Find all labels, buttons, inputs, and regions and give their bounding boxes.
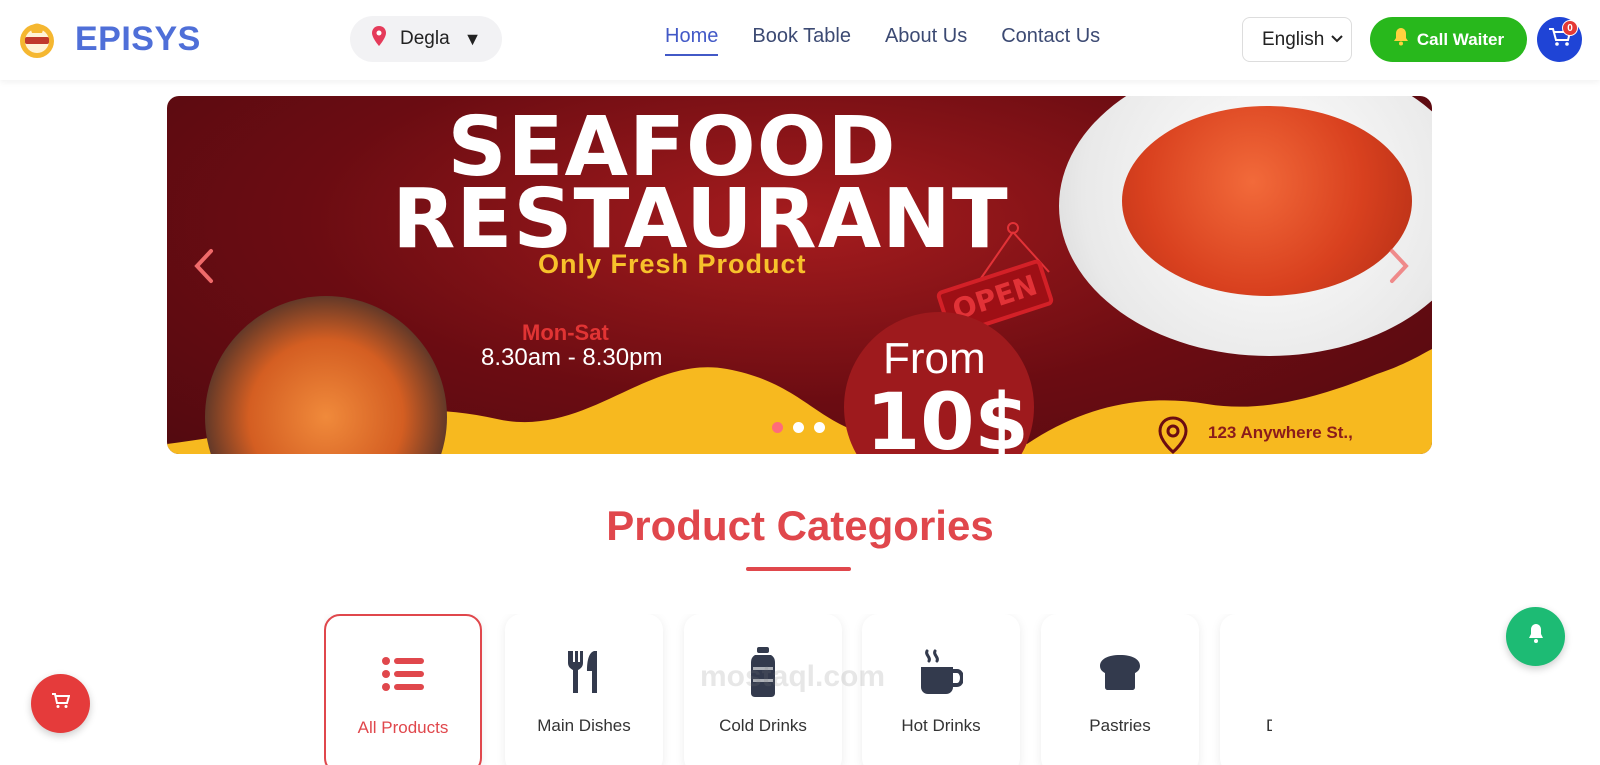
nav-book-table[interactable]: Book Table — [752, 25, 851, 56]
from-label: From — [883, 334, 986, 383]
carousel-prev-button[interactable] — [193, 248, 215, 291]
carousel-dot-2[interactable] — [793, 422, 804, 433]
nav-contact-us[interactable]: Contact Us — [1001, 25, 1100, 56]
location-pin-icon — [1157, 416, 1189, 454]
category-label: All Products — [357, 718, 449, 737]
title-underline — [746, 567, 851, 571]
category-label: Hot Drinks — [901, 716, 981, 735]
category-card-main-dishes[interactable]: Main Dishes — [505, 614, 663, 765]
category-card-pastries[interactable]: Pastries — [1041, 614, 1199, 765]
bell-icon — [1527, 624, 1545, 649]
category-card-partial[interactable]: D — [1220, 614, 1272, 765]
caret-down-icon: ▼ — [463, 28, 482, 49]
cart-count-badge: 0 — [1562, 20, 1578, 36]
call-waiter-button[interactable]: Call Waiter — [1370, 17, 1527, 62]
main-nav: Home Book Table About Us Contact Us — [665, 25, 1134, 56]
call-waiter-label: Call Waiter — [1416, 29, 1505, 49]
carousel-indicators — [772, 422, 835, 433]
banner-days: Mon-Sat — [522, 320, 609, 345]
chevron-left-icon — [194, 249, 213, 283]
nav-home[interactable]: Home — [665, 25, 719, 56]
restaurant-logo[interactable] — [16, 18, 58, 60]
nav-about-us[interactable]: About Us — [885, 25, 967, 56]
branch-selector[interactable]: Degla ▼ — [350, 16, 502, 62]
bread-icon — [1098, 648, 1142, 696]
category-label: D — [1266, 716, 1272, 736]
language-select[interactable]: English — [1242, 17, 1352, 62]
cart-icon — [51, 693, 70, 714]
paella-image — [205, 296, 447, 454]
language-value: English — [1262, 28, 1325, 50]
category-card-all-products[interactable]: All Products — [324, 614, 482, 765]
section-title: Product Categories — [606, 502, 994, 549]
floating-cart-button[interactable] — [31, 674, 90, 733]
utensils-icon — [564, 648, 604, 696]
banner-hours: 8.30am - 8.30pm — [481, 344, 663, 371]
category-card-hot-drinks[interactable]: Hot Drinks — [862, 614, 1020, 765]
carousel-dot-3[interactable] — [814, 422, 825, 433]
chevron-down-icon — [1331, 31, 1343, 46]
carousel-dot-1[interactable] — [772, 422, 783, 433]
top-navbar: EPISYS Degla ▼ Home Book Table About Us … — [0, 0, 1600, 80]
branch-name: Degla — [400, 28, 450, 49]
floating-notification-button[interactable] — [1506, 607, 1565, 666]
chevron-right-icon — [1390, 249, 1409, 283]
hero-carousel: SEAFOOD RESTAURANT Only Fresh Product Mo… — [167, 96, 1432, 454]
map-pin-icon — [372, 26, 386, 52]
category-label: Pastries — [1089, 716, 1151, 735]
category-label: Cold Drinks — [719, 716, 807, 735]
banner-address: 123 Anywhere St., — [1208, 423, 1353, 442]
mug-hot-icon — [919, 648, 963, 696]
list-icon — [381, 650, 425, 698]
carousel-next-button[interactable] — [1388, 248, 1410, 291]
category-label: Main Dishes — [537, 716, 631, 735]
watermark: mostaql.com — [700, 660, 886, 693]
bell-icon — [1393, 28, 1409, 51]
brand-name[interactable]: EPISYS — [75, 20, 201, 59]
price-label: 10$ — [866, 378, 1029, 454]
banner-tagline: Only Fresh Product — [538, 249, 807, 279]
